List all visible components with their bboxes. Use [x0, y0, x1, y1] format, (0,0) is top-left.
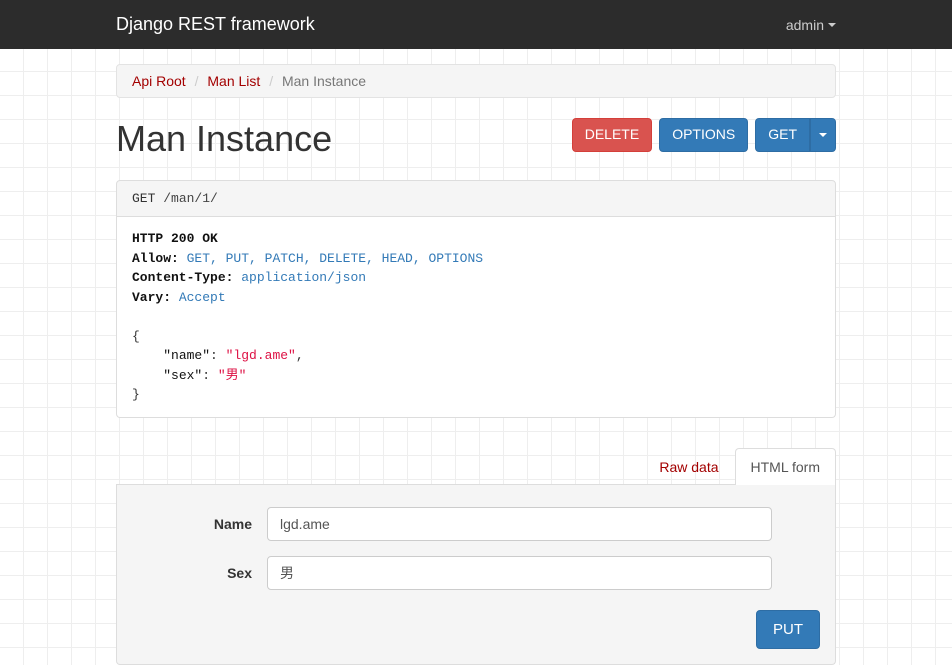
options-button[interactable]: OPTIONS: [659, 118, 748, 152]
breadcrumb-list[interactable]: Man List: [207, 73, 260, 89]
get-dropdown-button[interactable]: [810, 118, 836, 152]
name-label: Name: [132, 516, 267, 532]
put-button[interactable]: PUT: [756, 610, 820, 649]
request-line: GET /man/1/: [116, 180, 836, 217]
request-method: GET: [132, 191, 155, 206]
html-form-panel: Name Sex PUT: [116, 485, 836, 665]
breadcrumb-sep: /: [269, 73, 273, 89]
brand-link[interactable]: Django REST framework: [116, 14, 315, 35]
user-label: admin: [786, 17, 824, 33]
tab-html-form[interactable]: HTML form: [735, 448, 836, 485]
caret-down-icon: [828, 23, 836, 27]
breadcrumb-current: Man Instance: [282, 73, 366, 89]
get-button[interactable]: GET: [755, 118, 810, 152]
sex-field[interactable]: [267, 556, 772, 590]
form-tabs: Raw data HTML form: [116, 448, 836, 485]
caret-down-icon: [819, 133, 827, 137]
delete-button[interactable]: DELETE: [572, 118, 652, 152]
name-field[interactable]: [267, 507, 772, 541]
user-menu[interactable]: admin: [786, 17, 836, 33]
sex-label: Sex: [132, 565, 267, 581]
breadcrumb-sep: /: [195, 73, 199, 89]
tab-raw-data[interactable]: Raw data: [643, 448, 734, 485]
page-title: Man Instance: [116, 118, 332, 160]
breadcrumb: Api Root / Man List / Man Instance: [116, 64, 836, 98]
action-buttons: DELETE OPTIONS GET: [572, 118, 836, 152]
navbar: Django REST framework admin: [0, 0, 952, 49]
response-body: HTTP 200 OK Allow: GET, PUT, PATCH, DELE…: [116, 217, 836, 418]
breadcrumb-root[interactable]: Api Root: [132, 73, 186, 89]
